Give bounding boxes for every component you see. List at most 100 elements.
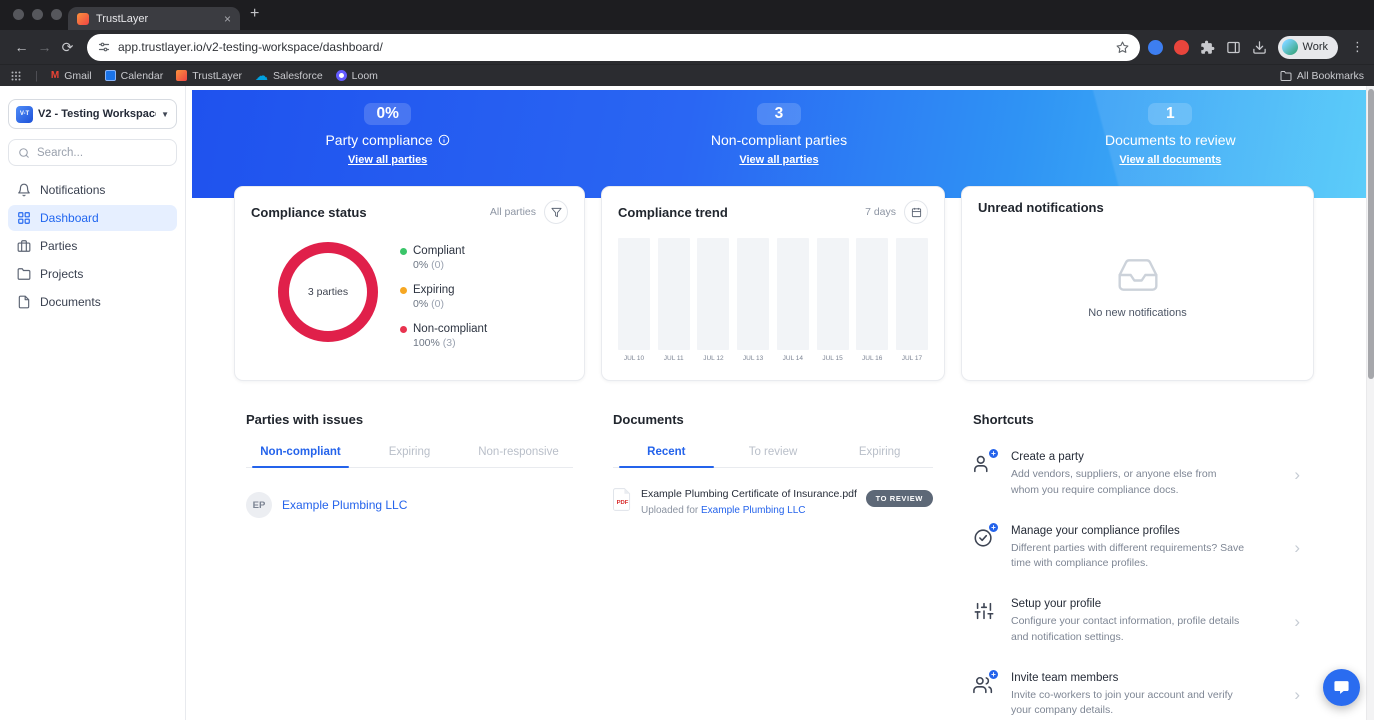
bookmark-label: Loom xyxy=(351,69,378,82)
chat-bubble-icon xyxy=(1334,681,1349,694)
chevron-right-icon: › xyxy=(1294,538,1300,558)
extension-icon-blue[interactable] xyxy=(1147,39,1163,55)
shortcut-create-party[interactable]: + Create a party Add vendors, suppliers,… xyxy=(973,448,1302,499)
reload-icon[interactable]: ⟳ xyxy=(56,39,79,56)
stat-non-compliant-parties: 3 Non-compliant parties View all parties xyxy=(583,90,974,198)
sidebar-item-label: Notifications xyxy=(40,183,106,197)
sidebar-item-notifications[interactable]: Notifications xyxy=(8,177,177,203)
svg-text:PDF: PDF xyxy=(617,500,629,506)
bookmark-calendar[interactable]: Calendar xyxy=(104,69,164,82)
sidebar-item-parties[interactable]: Parties xyxy=(8,233,177,259)
apps-grid-icon[interactable] xyxy=(10,70,22,82)
bookmark-star-icon[interactable] xyxy=(1116,41,1129,54)
browser-menu-icon[interactable]: ⋮ xyxy=(1351,39,1364,55)
bookmark-gmail[interactable]: M Gmail xyxy=(51,70,92,82)
card-title: Compliance status xyxy=(251,204,367,220)
browser-titlebar: TrustLayer × + xyxy=(0,0,1374,30)
sidebar-search[interactable] xyxy=(8,139,177,166)
stat-value: 3 xyxy=(756,103,801,125)
bell-icon xyxy=(17,183,31,197)
tab-close-icon[interactable]: × xyxy=(224,13,231,25)
trend-column: JUL 12 xyxy=(697,238,730,362)
shortcut-invite-team[interactable]: + Invite team members Invite co-workers … xyxy=(973,668,1302,720)
trend-x-label: JUL 15 xyxy=(822,355,843,362)
stat-value: 0% xyxy=(364,103,411,125)
search-input[interactable] xyxy=(37,146,167,159)
document-party-link[interactable]: Example Plumbing LLC xyxy=(701,505,806,516)
sidebar-item-projects[interactable]: Projects xyxy=(8,261,177,287)
side-panel-icon[interactable] xyxy=(1226,40,1241,55)
document-filename: Example Plumbing Certificate of Insuranc… xyxy=(640,488,857,500)
stat-label-text: Documents to review xyxy=(1104,132,1236,148)
all-bookmarks-label: All Bookmarks xyxy=(1296,69,1364,82)
party-list-item[interactable]: EP Example Plumbing LLC xyxy=(246,492,573,518)
trend-column: JUL 17 xyxy=(895,238,928,362)
sidebar-item-documents[interactable]: Documents xyxy=(8,289,177,315)
shortcut-compliance-profiles[interactable]: + Manage your compliance profiles Differ… xyxy=(973,521,1302,573)
document-list-item[interactable]: PDF Example Plumbing Certificate of Insu… xyxy=(613,488,933,516)
forward-icon[interactable]: → xyxy=(33,39,56,55)
card-title: Compliance trend xyxy=(618,204,728,220)
tab-recent[interactable]: Recent xyxy=(613,439,720,468)
sidebar-item-label: Documents xyxy=(40,295,101,309)
tab-expiring[interactable]: Expiring xyxy=(355,439,464,467)
tab-non-compliant[interactable]: Non-compliant xyxy=(246,439,355,468)
bookmark-loom[interactable]: Loom xyxy=(335,69,378,82)
party-name-link[interactable]: Example Plumbing LLC xyxy=(282,498,407,512)
stat-party-compliance: 0% Party compliance View all parties xyxy=(192,90,583,198)
bookmarks-bar: | M Gmail Calendar TrustLayer ☁ Salesfor… xyxy=(0,64,1374,86)
minimize-window-button[interactable] xyxy=(32,9,43,20)
trend-column: JUL 14 xyxy=(776,238,809,362)
section-title: Shortcuts xyxy=(973,412,1034,427)
browser-tab[interactable]: TrustLayer × xyxy=(68,7,240,30)
trend-column: JUL 10 xyxy=(618,238,650,362)
bookmark-salesforce[interactable]: ☁ Salesforce xyxy=(255,69,323,82)
hero-banner: 0% Party compliance View all parties 3 N… xyxy=(192,90,1366,198)
tab-non-responsive[interactable]: Non-responsive xyxy=(464,439,573,467)
chat-launcher-button[interactable] xyxy=(1323,669,1360,706)
info-icon[interactable] xyxy=(438,134,450,146)
tab-to-review[interactable]: To review xyxy=(720,439,827,467)
view-all-documents-link[interactable]: View all documents xyxy=(1119,154,1221,166)
date-range-button[interactable] xyxy=(904,200,928,224)
shortcut-setup-profile[interactable]: Setup your profile Configure your contac… xyxy=(973,598,1302,646)
trend-column: JUL 15 xyxy=(816,238,849,362)
search-icon xyxy=(19,147,29,158)
bookmark-trustlayer[interactable]: TrustLayer xyxy=(176,70,242,82)
page-scrollbar xyxy=(1366,86,1374,720)
address-bar[interactable]: app.trustlayer.io/v2-testing-workspace/d… xyxy=(87,33,1140,61)
extensions-puzzle-icon[interactable] xyxy=(1200,40,1215,55)
new-tab-button[interactable]: + xyxy=(250,6,259,22)
site-settings-icon[interactable] xyxy=(98,41,110,53)
view-all-parties-link[interactable]: View all parties xyxy=(739,154,818,166)
profile-chip[interactable]: Work xyxy=(1277,35,1338,59)
filter-button[interactable] xyxy=(544,200,568,224)
extension-icon-red[interactable] xyxy=(1173,39,1189,55)
donut-center-label: 3 parties xyxy=(307,286,349,298)
trend-x-label: JUL 14 xyxy=(782,355,803,362)
downloads-icon[interactable] xyxy=(1252,40,1267,55)
shortcut-text: Create a party Add vendors, suppliers, o… xyxy=(1011,451,1245,499)
trend-bar xyxy=(697,238,730,350)
sidebar-item-dashboard[interactable]: Dashboard xyxy=(8,205,177,231)
document-info: Example Plumbing Certificate of Insuranc… xyxy=(641,488,857,516)
close-window-button[interactable] xyxy=(13,9,24,20)
shortcut-text: Setup your profile Configure your contac… xyxy=(1011,598,1245,646)
zoom-window-button[interactable] xyxy=(51,9,62,20)
compliance-trend-card: Compliance trend 7 days JUL 10 JUL 11 JU… xyxy=(601,186,945,381)
tab-expiring[interactable]: Expiring xyxy=(826,439,933,467)
trend-column: JUL 13 xyxy=(737,238,770,362)
bookmark-label: TrustLayer xyxy=(192,69,243,82)
scrollbar-thumb[interactable] xyxy=(1368,89,1374,379)
calendar-bookmark-icon xyxy=(104,70,116,81)
legend-value: 0% xyxy=(413,259,429,271)
workspace-selector[interactable]: V-T V2 - Testing Workspace ▼ xyxy=(8,99,177,129)
all-bookmarks-button[interactable]: All Bookmarks xyxy=(1280,70,1364,82)
sidebar-item-label: Projects xyxy=(40,267,84,281)
bookmark-label: Calendar xyxy=(120,69,164,82)
back-icon[interactable]: ← xyxy=(10,39,33,55)
view-all-parties-link[interactable]: View all parties xyxy=(348,154,427,166)
loom-icon xyxy=(335,70,347,81)
dashboard-sections: Parties with issues Non-compliant Expiri… xyxy=(234,412,1314,719)
documents-section: Documents Recent To review Expiring PDF … xyxy=(601,412,945,516)
